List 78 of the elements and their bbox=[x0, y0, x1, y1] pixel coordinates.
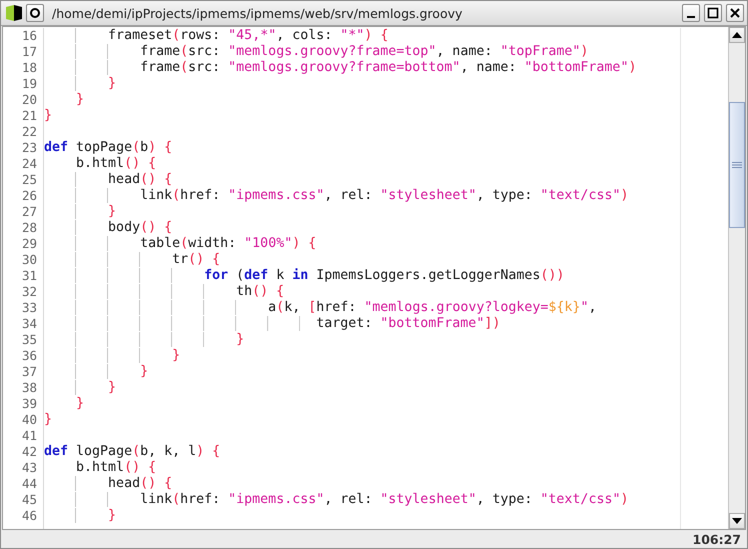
line-number: 20 bbox=[20, 92, 38, 108]
code-line: } bbox=[44, 108, 54, 124]
code-line: tr() { bbox=[44, 252, 680, 268]
line-number: 39 bbox=[20, 396, 38, 412]
line-number: 32 bbox=[20, 284, 38, 300]
scroll-down-button[interactable] bbox=[729, 513, 745, 529]
code-line: body() { bbox=[44, 220, 680, 236]
line-number: 34 bbox=[20, 316, 38, 332]
line-number: 17 bbox=[20, 44, 38, 60]
line-number: 18 bbox=[20, 60, 38, 76]
up-arrow-icon bbox=[732, 32, 742, 38]
grip-icon bbox=[732, 162, 742, 168]
code-line: head() { bbox=[44, 172, 680, 188]
line-number: 46 bbox=[20, 508, 38, 524]
code-line: } bbox=[44, 412, 54, 428]
code-line: } bbox=[44, 204, 680, 220]
code-line: def topPage(b) { bbox=[44, 140, 174, 156]
window-title: /home/demi/ipProjects/ipmems/ipmems/web/srv/memlogs.groovy bbox=[51, 6, 464, 20]
code-line: for (def k in IpmemsLoggers.getLoggerNames()) bbox=[44, 268, 680, 284]
window-menu-button[interactable] bbox=[26, 4, 44, 22]
close-button[interactable] bbox=[726, 4, 744, 22]
line-number: 44 bbox=[20, 476, 38, 492]
line-number: 36 bbox=[20, 348, 38, 364]
line-number: 45 bbox=[20, 492, 38, 508]
line-number: 26 bbox=[20, 188, 38, 204]
code-line: a(k, [href: "memlogs.groovy?logkey=${k}", bbox=[44, 300, 680, 316]
code-line: b.html() { bbox=[75, 460, 158, 476]
code-line: } bbox=[44, 508, 680, 524]
code-line: } bbox=[75, 92, 86, 108]
line-number: 16 bbox=[20, 28, 38, 44]
line-number: 29 bbox=[20, 236, 38, 252]
scroll-thumb[interactable] bbox=[729, 102, 745, 228]
code-line: } bbox=[44, 348, 680, 364]
code-line: def logPage(b, k, l) { bbox=[44, 444, 222, 460]
line-number: 41 bbox=[20, 428, 38, 444]
code-line: th() { bbox=[44, 284, 680, 300]
code-line: target: "bottomFrame"]) bbox=[44, 316, 680, 332]
line-number: 22 bbox=[20, 124, 38, 140]
line-number: 43 bbox=[20, 460, 38, 476]
line-number: 21 bbox=[20, 108, 38, 124]
code-line: } bbox=[44, 380, 680, 396]
line-number: 27 bbox=[20, 204, 38, 220]
line-number: 37 bbox=[20, 364, 38, 380]
minimize-icon bbox=[687, 16, 695, 18]
vertical-scrollbar[interactable] bbox=[728, 27, 745, 529]
line-number: 24 bbox=[20, 156, 38, 172]
code-line: frame(src: "memlogs.groovy?frame=bottom", name: "bottomFrame") bbox=[44, 60, 680, 76]
close-icon bbox=[729, 7, 741, 19]
line-number: 33 bbox=[20, 300, 38, 316]
code-line: } bbox=[44, 332, 680, 348]
code-line: frameset(rows: "45,*", cols: "*") { bbox=[44, 28, 680, 44]
maximize-icon bbox=[707, 7, 719, 19]
line-number: 31 bbox=[20, 268, 38, 284]
code-line: link(href: "ipmems.css", rel: "stylesheet", type: "text/css") bbox=[44, 492, 680, 508]
code-line: } bbox=[75, 396, 86, 412]
line-number: 35 bbox=[20, 332, 38, 348]
line-number: 38 bbox=[20, 380, 38, 396]
code-line: } bbox=[44, 364, 680, 380]
circle-icon bbox=[29, 7, 41, 19]
line-number: 23 bbox=[20, 140, 38, 156]
code-line: link(href: "ipmems.css", rel: "stylesheet", type: "text/css") bbox=[44, 188, 680, 204]
line-number: 42 bbox=[20, 444, 38, 460]
code-line: head() { bbox=[44, 476, 680, 492]
app-icon bbox=[6, 5, 22, 21]
code-line: } bbox=[44, 76, 680, 92]
code-line: table(width: "100%") { bbox=[44, 236, 680, 252]
line-number: 19 bbox=[20, 76, 38, 92]
minimize-button[interactable] bbox=[682, 4, 700, 22]
line-number: 28 bbox=[20, 220, 38, 236]
scroll-up-button[interactable] bbox=[729, 27, 745, 43]
line-number: 30 bbox=[20, 252, 38, 268]
code-line: frame(src: "memlogs.groovy?frame=top", name: "topFrame") bbox=[44, 44, 680, 60]
cursor-position: 106:27 bbox=[692, 532, 741, 546]
line-number: 25 bbox=[20, 172, 38, 188]
code-line: b.html() { bbox=[75, 156, 158, 172]
line-number: 40 bbox=[20, 412, 38, 428]
down-arrow-icon bbox=[732, 518, 742, 524]
maximize-button[interactable] bbox=[704, 4, 722, 22]
